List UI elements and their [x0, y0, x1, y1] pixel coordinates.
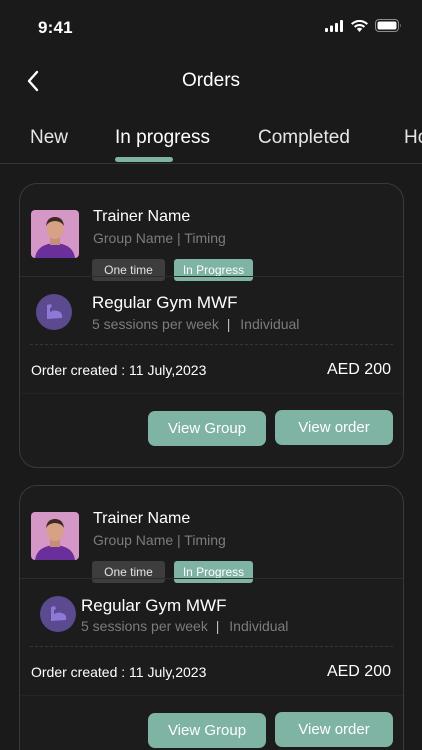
order-amount: AED 200: [326, 361, 391, 378]
battery-icon: [375, 19, 402, 37]
view-order-button[interactable]: View order: [275, 712, 393, 747]
wifi-icon: [351, 19, 368, 37]
tab-ho[interactable]: Ho: [404, 127, 422, 149]
view-order-button[interactable]: View order: [275, 410, 393, 445]
status-badge: In Progress: [174, 259, 253, 281]
plan-separator: |: [226, 316, 231, 332]
plan-sessions: 5 sessions per week: [81, 618, 208, 634]
view-group-button[interactable]: View Group: [148, 713, 266, 748]
order-created-date: Order created : 11 July,2023: [31, 664, 207, 680]
plan-name: Regular Gym MWF: [81, 596, 227, 615]
group-info: Group Name | Timing: [93, 532, 226, 548]
order-type-badge: One time: [92, 259, 165, 281]
divider: [20, 695, 403, 696]
signal-icon: [325, 19, 344, 37]
dashed-divider: [30, 646, 393, 647]
group-info: Group Name | Timing: [93, 230, 226, 246]
order-created-date: Order created : 11 July,2023: [31, 362, 207, 378]
status-badge: In Progress: [174, 561, 253, 583]
trainer-name: Trainer Name: [93, 208, 191, 225]
tab-new[interactable]: New: [30, 127, 68, 149]
tab-bar: New In progress Completed Ho: [0, 112, 422, 164]
tab-in-progress[interactable]: In progress: [115, 127, 210, 149]
muscle-icon: [36, 294, 72, 330]
orders-screen: 9:41 Orders New In progress Completed H …: [0, 0, 422, 750]
trainer-avatar: [31, 512, 79, 560]
plan-type: Individual: [240, 316, 300, 332]
status-bar: 9:41: [0, 0, 422, 56]
divider: [20, 393, 403, 394]
view-group-button[interactable]: View Group: [148, 411, 266, 446]
trainer-name: Trainer Name: [93, 510, 191, 527]
divider: [20, 276, 403, 277]
plan-details: 5 sessions per week | Individual: [81, 618, 288, 634]
status-icons: [325, 19, 402, 37]
header: Orders: [0, 56, 422, 108]
trainer-avatar: [31, 210, 79, 258]
active-tab-indicator: [115, 157, 173, 162]
order-amount: AED 200: [326, 663, 391, 680]
tab-completed[interactable]: Completed: [258, 127, 350, 149]
muscle-icon: [40, 596, 76, 632]
status-time: 9:41: [38, 18, 73, 37]
order-card: Trainer Name Group Name | Timing One tim…: [19, 183, 404, 468]
plan-name: Regular Gym MWF: [92, 293, 238, 312]
page-title: Orders: [181, 70, 241, 91]
plan-sessions: 5 sessions per week: [92, 316, 219, 332]
order-type-badge: One time: [92, 561, 165, 583]
divider: [20, 578, 403, 579]
plan-separator: |: [215, 618, 220, 634]
plan-type: Individual: [229, 618, 289, 634]
plan-details: 5 sessions per week | Individual: [92, 316, 299, 332]
dashed-divider: [30, 344, 393, 345]
order-card: Trainer Name Group Name | Timing One tim…: [19, 485, 404, 750]
